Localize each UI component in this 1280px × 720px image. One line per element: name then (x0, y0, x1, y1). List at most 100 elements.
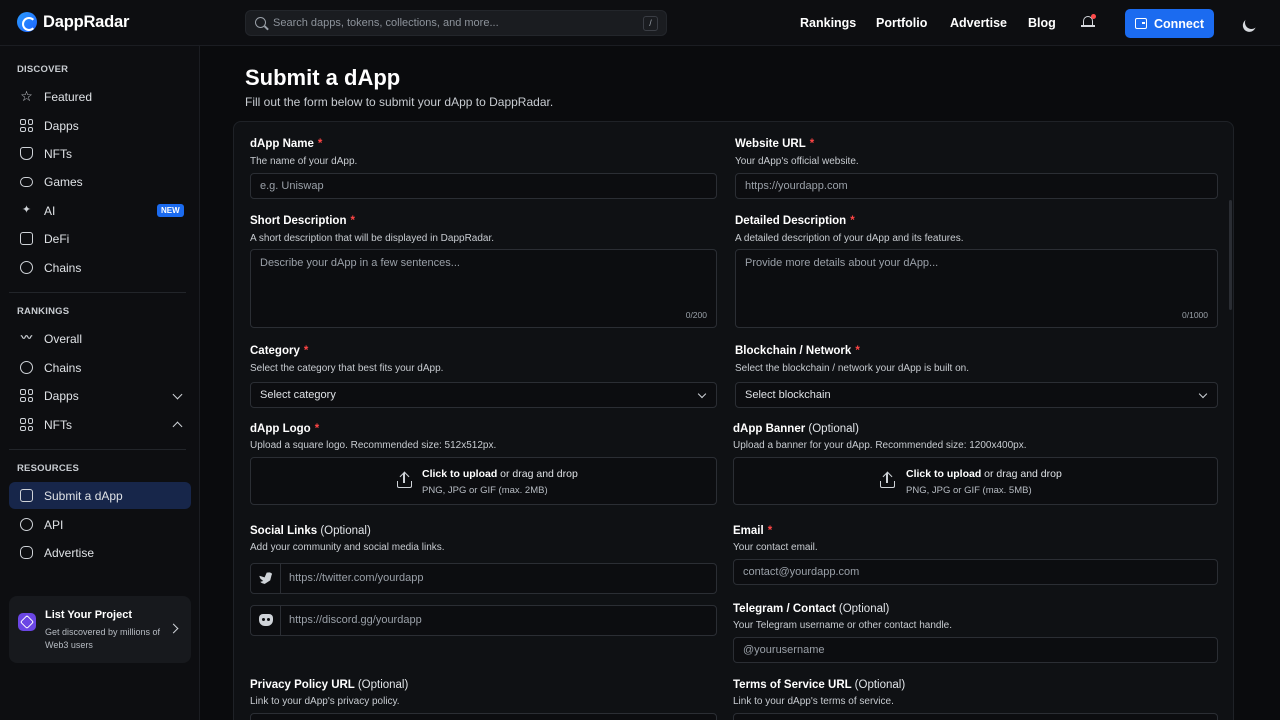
email-help: Your contact email. (733, 542, 818, 553)
page-subtitle: Fill out the form below to submit your d… (245, 95, 554, 109)
telegram-field[interactable]: @yourusername (733, 637, 1218, 663)
search-input[interactable]: Search dapps, tokens, collections, and m… (245, 10, 667, 36)
category-value: Select category (260, 389, 336, 401)
sidebar-item-nfts[interactable]: NFTs (9, 140, 191, 167)
sidebar-item-rankings-dapps[interactable]: Dapps (9, 382, 191, 409)
website-help: Your dApp's official website. (735, 156, 859, 167)
sidebar-divider (9, 292, 186, 293)
blockchain-help: Select the blockchain / network your dAp… (735, 363, 970, 374)
notification-dot (1091, 14, 1096, 19)
category-label: Category * (250, 345, 309, 357)
upload-icon (880, 471, 895, 488)
gamepad-icon (20, 177, 33, 187)
category-help: Select the category that best fits your … (250, 363, 444, 374)
short-desc-help: A short description that will be display… (250, 233, 495, 244)
detailed-desc-placeholder: Provide more details about your dApp... (745, 257, 939, 269)
sidebar-item-dapps[interactable]: Dapps (9, 112, 191, 139)
detailed-description-textarea[interactable]: Provide more details about your dApp... … (735, 249, 1218, 328)
sidebar-item-rankings-chains[interactable]: Chains (9, 354, 191, 381)
nav-blog[interactable]: Blog (1028, 16, 1056, 30)
submit-form: dApp Name * The name of your dApp. e.g. U… (233, 121, 1234, 720)
dapp-name-help: The name of your dApp. (250, 156, 358, 167)
defi-icon (20, 232, 33, 245)
sidebar-item-featured[interactable]: ☆ Featured (9, 83, 191, 110)
email-placeholder: contact@yourdapp.com (743, 566, 860, 578)
website-url-field[interactable]: https://yourdapp.com (735, 173, 1218, 199)
detailed-desc-help: A detailed description of your dApp and … (735, 233, 964, 244)
list-project-promo[interactable]: List Your Project Get discovered by mill… (9, 596, 191, 663)
chevron-up-icon[interactable] (172, 421, 183, 432)
sidebar-item-label: NFTs (44, 417, 72, 432)
grid-icon (20, 418, 33, 431)
sidebar-item-ai[interactable]: ✦ AI NEW (9, 197, 191, 224)
category-select[interactable]: Select category (250, 382, 717, 408)
sidebar: DISCOVER ☆ Featured Dapps NFTs Games ✦ A… (0, 46, 200, 720)
social-links-help: Add your community and social media link… (250, 542, 445, 553)
terms-help: Link to your dApp's terms of service. (733, 696, 894, 707)
sidebar-item-games[interactable]: Games (9, 168, 191, 195)
logo-upload-dropzone[interactable]: Click to upload or drag and drop PNG, JP… (250, 457, 717, 505)
sidebar-item-chains[interactable]: Chains (9, 254, 191, 281)
page-title: Submit a dApp (245, 65, 401, 90)
short-description-textarea[interactable]: Describe your dApp in a few sentences...… (250, 249, 717, 328)
scrollbar-thumb[interactable] (1229, 200, 1232, 310)
sidebar-item-advertise[interactable]: Advertise (9, 539, 191, 566)
blockchain-select[interactable]: Select blockchain (735, 382, 1218, 408)
bell-icon[interactable] (1081, 14, 1096, 29)
chevron-down-icon[interactable] (172, 389, 183, 400)
website-label: Website URL * (735, 138, 815, 150)
discord-placeholder: https://discord.gg/yourdapp (289, 614, 422, 626)
sidebar-item-submit-dapp[interactable]: Submit a dApp (9, 482, 191, 509)
privacy-help: Link to your dApp's privacy policy. (250, 696, 400, 707)
logo-help: Upload a square logo. Recommended size: … (250, 440, 497, 451)
nav-portfolio[interactable]: Portfolio (876, 16, 927, 30)
chevron-down-icon (697, 389, 707, 399)
nav-rankings[interactable]: Rankings (800, 16, 856, 30)
sidebar-item-label: Chains (44, 260, 82, 275)
twitter-link-field[interactable]: https://twitter.com/yourdapp (250, 563, 717, 594)
discord-link-field[interactable]: https://discord.gg/yourdapp (250, 605, 717, 636)
sidebar-item-overall[interactable]: 〰 Overall (9, 325, 191, 352)
short-desc-placeholder: Describe your dApp in a few sentences... (260, 257, 460, 269)
terms-url-field[interactable] (733, 713, 1218, 720)
section-rankings: RANKINGS (17, 306, 70, 317)
new-badge: NEW (157, 204, 184, 217)
banner-upload-dropzone[interactable]: Click to upload or drag and drop PNG, JP… (733, 457, 1218, 505)
dapp-name-field[interactable]: e.g. Uniswap (250, 173, 717, 199)
search-shortcut-key: / (643, 16, 658, 31)
section-resources: RESOURCES (17, 463, 79, 474)
connect-label: Connect (1154, 16, 1204, 31)
upload-cta: Click to upload or drag and drop (422, 468, 578, 480)
telegram-help: Your Telegram username or other contact … (733, 620, 953, 631)
section-discover: DISCOVER (17, 64, 69, 75)
main-content: Submit a dApp Fill out the form below to… (200, 46, 1280, 720)
logo[interactable]: DappRadar (17, 12, 129, 32)
sidebar-item-api[interactable]: API (9, 511, 191, 538)
twitter-icon (259, 572, 273, 584)
brand-name: DappRadar (43, 12, 130, 31)
grid-icon (20, 389, 33, 402)
sidebar-item-defi[interactable]: DeFi (9, 225, 191, 252)
sidebar-item-label: DeFi (44, 231, 70, 246)
star-icon: ☆ (20, 88, 33, 104)
chains-icon (20, 261, 33, 274)
privacy-label: Privacy Policy URL (Optional) (250, 679, 409, 691)
telegram-label: Telegram / Contact (Optional) (733, 603, 890, 615)
sidebar-item-label: Submit a dApp (44, 488, 123, 503)
trend-icon: 〰 (21, 332, 32, 344)
char-counter: 0/1000 (1182, 310, 1208, 320)
upload-formats: PNG, JPG or GIF (max. 2MB) (422, 485, 548, 496)
chevron-down-icon (1198, 389, 1208, 399)
email-field[interactable]: contact@yourdapp.com (733, 559, 1218, 585)
detailed-desc-label: Detailed Description * (735, 215, 855, 227)
sidebar-item-rankings-nfts[interactable]: NFTs (9, 411, 191, 438)
sidebar-divider (9, 449, 186, 450)
privacy-url-field[interactable] (250, 713, 717, 720)
nav-advertise[interactable]: Advertise (950, 16, 1007, 30)
email-label: Email * (733, 525, 773, 537)
search-icon (255, 17, 266, 28)
sidebar-item-label: Dapps (44, 388, 79, 403)
theme-toggle-moon-icon[interactable] (1243, 14, 1260, 31)
grid-icon (20, 119, 33, 132)
connect-button[interactable]: Connect (1125, 9, 1214, 38)
